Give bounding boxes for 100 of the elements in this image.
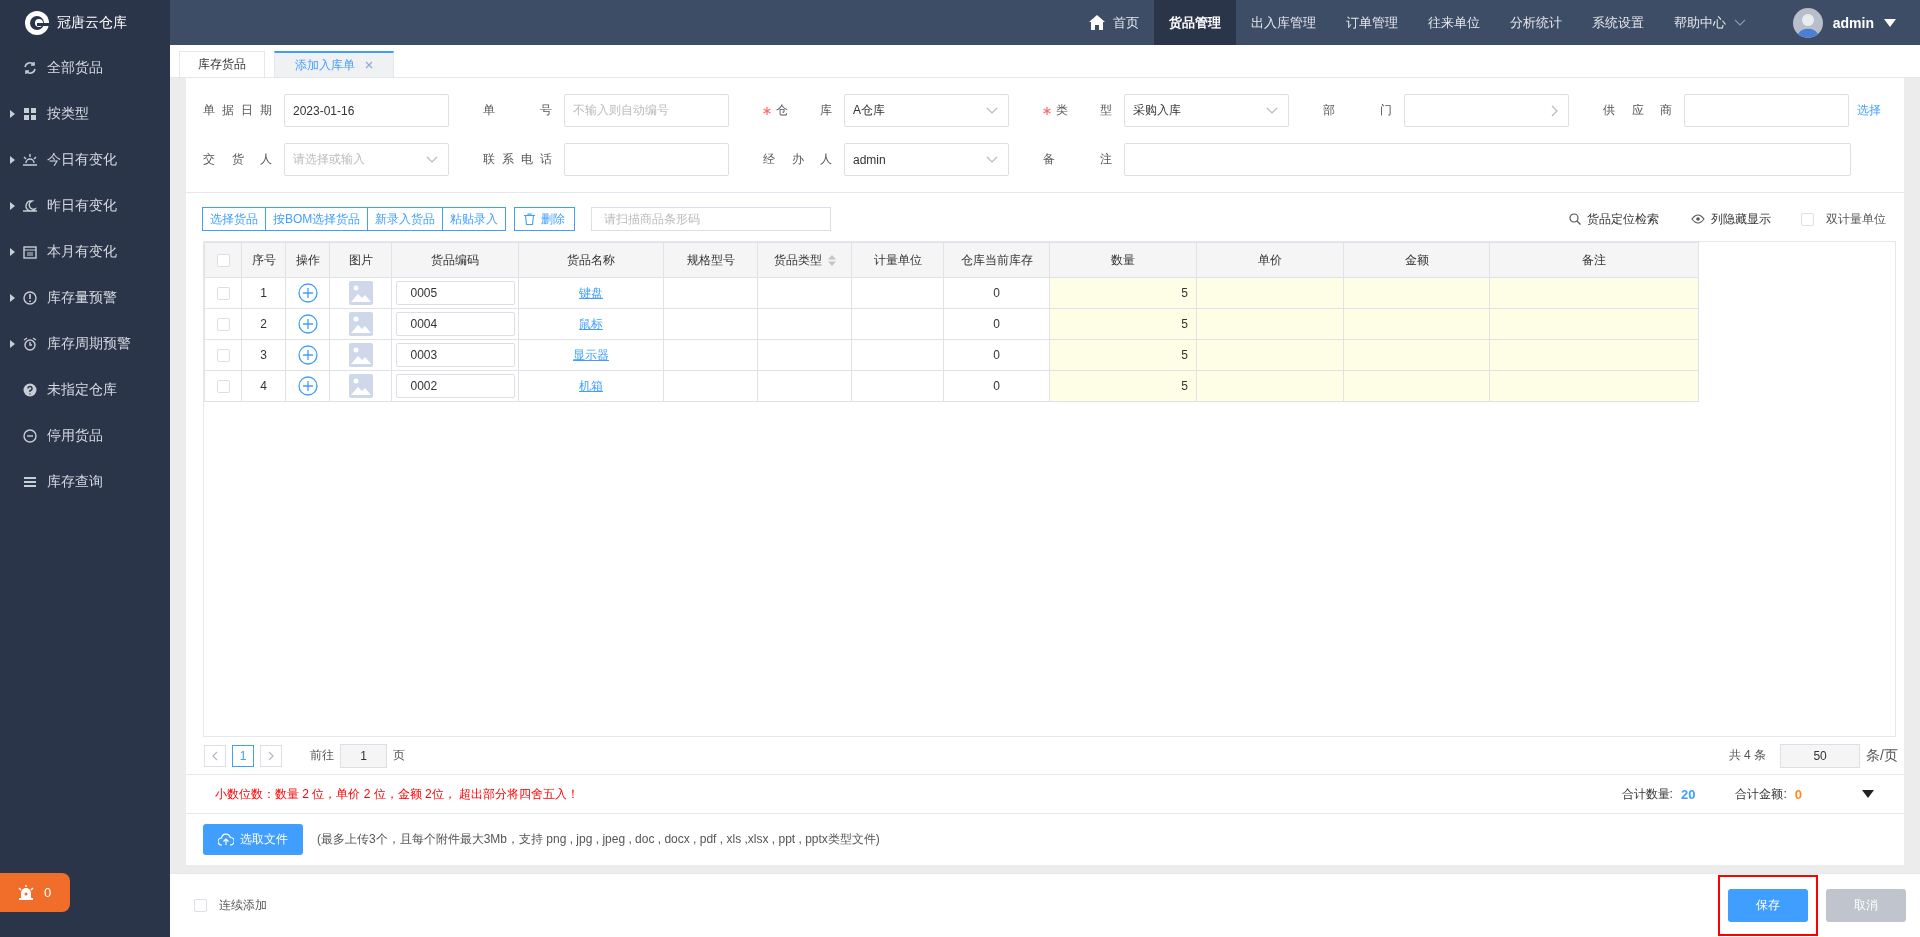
required-mark-icon	[1043, 106, 1051, 115]
sidebar-item[interactable]: 库存周期预警	[0, 321, 170, 367]
select-all-checkbox[interactable]	[216, 253, 230, 267]
previous-page-button[interactable]	[204, 744, 226, 767]
column-header: 操作	[285, 242, 330, 278]
moon-icon	[22, 198, 38, 214]
chevron-right-icon	[1551, 104, 1558, 117]
code-field[interactable]: 0005	[395, 281, 515, 305]
code-field[interactable]: 0003	[395, 343, 515, 367]
table-cell: 1	[241, 277, 286, 309]
field-label: 单号	[483, 102, 552, 119]
grid-icon	[22, 106, 38, 122]
nav-tab[interactable]: 首页	[1073, 0, 1154, 45]
nav-tab[interactable]: 分析统计	[1494, 0, 1577, 45]
row-checkbox[interactable]	[216, 286, 230, 300]
calendar-icon	[22, 244, 38, 260]
sidebar-item[interactable]: 昨日有变化	[0, 183, 170, 229]
caret-down-icon	[1862, 790, 1874, 798]
tab[interactable]: 库存货品	[179, 51, 265, 77]
input-field[interactable]	[564, 143, 729, 176]
select-field[interactable]: 采购入库	[1124, 94, 1289, 127]
expand-caret-icon	[10, 248, 15, 256]
column-header: 数量	[1049, 242, 1197, 278]
select-field[interactable]: A仓库	[844, 94, 1009, 127]
code-field[interactable]: 0002	[395, 374, 515, 398]
table-cell: 4	[241, 370, 286, 402]
chevron-down-icon	[986, 107, 998, 114]
quantity-cell[interactable]: 5	[1049, 277, 1197, 309]
input-field[interactable]	[1404, 94, 1569, 127]
input-field[interactable]	[1124, 143, 1851, 176]
nav-tab[interactable]: 系统设置	[1576, 0, 1659, 45]
sidebar-item[interactable]: 按类型	[0, 91, 170, 137]
expand-caret-icon	[10, 110, 15, 118]
quantity-cell[interactable]: 5	[1049, 308, 1197, 340]
column-header[interactable]: 货品类型	[757, 242, 852, 278]
alarm-clock-icon	[22, 336, 38, 352]
table-cell: 0	[943, 370, 1050, 402]
select-field[interactable]: admin	[844, 143, 1009, 176]
chevron-left-icon	[212, 750, 218, 761]
field-label: 部门	[1323, 102, 1392, 119]
field-label: 单据日期	[203, 102, 272, 119]
sidebar-item[interactable]: 今日有变化	[0, 137, 170, 183]
field-label: 联系电话	[483, 151, 552, 168]
column-header: 备注	[1489, 242, 1699, 278]
chevron-down-icon	[986, 156, 998, 163]
cloud-upload-icon	[218, 833, 234, 846]
sidebar-item[interactable]: 停用货品	[0, 413, 170, 459]
next-page-button[interactable]	[260, 744, 282, 767]
rounding-notice: 小数位数：数量 2 位，单价 2 位，金额 2位， 超出部分将四舍五入！	[215, 785, 580, 803]
chevron-right-icon	[268, 750, 274, 761]
sort-icon	[827, 254, 836, 266]
nav-tab[interactable]: 订单管理	[1330, 0, 1413, 45]
image-placeholder-icon	[348, 281, 373, 305]
pager-label: 页	[393, 747, 405, 764]
user-menu[interactable]: admin	[1792, 7, 1896, 38]
checkbox[interactable]	[194, 899, 207, 912]
siren-icon	[18, 884, 34, 901]
sidebar-item[interactable]: 本月有变化	[0, 229, 170, 275]
field-label: 经办人	[763, 151, 832, 168]
row-checkbox[interactable]	[216, 317, 230, 331]
chevron-down-icon	[1733, 19, 1746, 26]
row-checkbox[interactable]	[216, 348, 230, 362]
quantity-cell[interactable]: 5	[1049, 370, 1197, 402]
barcode-field[interactable]: 请扫描商品条形码	[591, 207, 832, 231]
field-label: 备注	[1043, 151, 1112, 168]
home-icon	[1088, 15, 1105, 30]
table-cell: 0	[943, 308, 1050, 340]
sidebar-item[interactable]: 全部货品	[0, 45, 170, 91]
sidebar-item[interactable]: 库存查询	[0, 459, 170, 505]
pager-label: 条/页	[1866, 746, 1898, 765]
total-value: 20	[1680, 786, 1696, 802]
nav-tab[interactable]: 帮助中心	[1658, 0, 1761, 45]
logo-icon	[24, 9, 50, 36]
input-field[interactable]: 2023-01-16	[284, 94, 449, 127]
page-number-field[interactable]: 1	[340, 743, 387, 768]
total-label: 合计数量:	[1621, 785, 1673, 803]
quantity-cell[interactable]: 5	[1049, 339, 1197, 371]
column-visibility-link[interactable]: 列隐藏显示	[1691, 210, 1771, 228]
trash-icon	[524, 213, 536, 225]
checkbox[interactable]	[1801, 212, 1814, 226]
table-cell: 0	[943, 339, 1050, 371]
code-field[interactable]: 0004	[395, 312, 515, 336]
page-size-field[interactable]: 50	[1780, 743, 1861, 768]
sidebar-item[interactable]: 未指定仓库	[0, 367, 170, 413]
field-label: 交货人	[203, 151, 272, 168]
input-field[interactable]	[1684, 94, 1849, 127]
app-name: 冠唐云仓库	[57, 13, 127, 32]
column-header: 单价	[1196, 242, 1344, 278]
close-icon	[365, 61, 373, 69]
image-placeholder-icon	[348, 312, 373, 336]
nav-tab[interactable]: 出入库管理	[1235, 0, 1331, 45]
total-count: 共 4 条	[1728, 747, 1767, 764]
row-checkbox[interactable]	[216, 379, 230, 393]
checkbox-label: 连续添加	[219, 897, 267, 914]
nav-tab[interactable]: 往来单位	[1412, 0, 1495, 45]
locate-link[interactable]: 货品定位检索	[1569, 210, 1659, 228]
column-header: 货品名称	[518, 242, 664, 278]
field-label: 类型	[1056, 102, 1112, 119]
nav-tab[interactable]: 货品管理	[1153, 0, 1236, 45]
sidebar-item[interactable]: 库存量预警	[0, 275, 170, 321]
